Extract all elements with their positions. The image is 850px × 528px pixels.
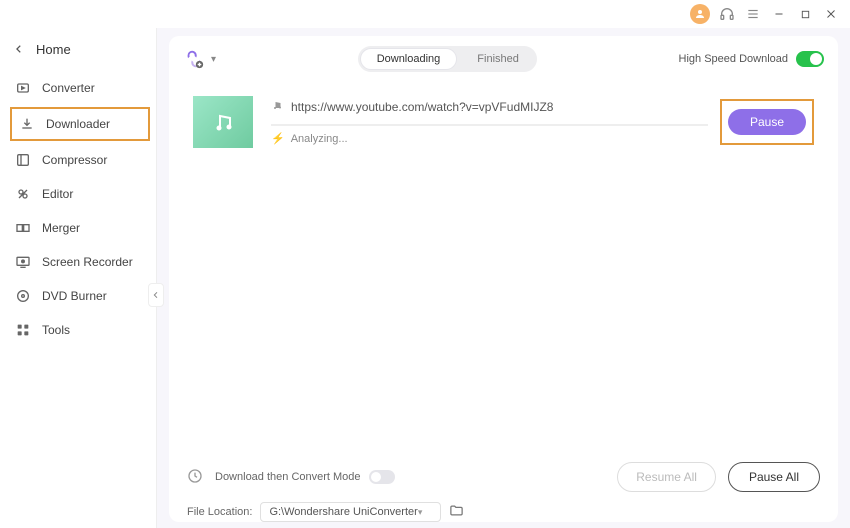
tab-finished[interactable]: Finished <box>459 46 537 72</box>
item-status: Analyzing... <box>291 133 348 145</box>
sidebar-collapse-button[interactable] <box>148 283 164 307</box>
sidebar-item-label: DVD Burner <box>42 289 107 303</box>
close-button[interactable] <box>822 5 840 23</box>
file-location-label: File Location: <box>187 506 252 518</box>
music-note-icon <box>271 99 283 114</box>
clock-icon[interactable] <box>187 468 203 487</box>
high-speed-toggle[interactable] <box>796 51 824 67</box>
maximize-button[interactable] <box>796 5 814 23</box>
item-url: https://www.youtube.com/watch?v=vpVFudMI… <box>291 100 553 114</box>
sidebar-item-compressor[interactable]: Compressor <box>0 143 156 177</box>
pause-button[interactable]: Pause <box>728 109 806 135</box>
sidebar-item-label: Converter <box>42 81 95 95</box>
convert-mode-toggle[interactable] <box>369 470 395 484</box>
pause-all-button[interactable]: Pause All <box>728 462 820 492</box>
add-url-button[interactable] <box>183 48 205 70</box>
sidebar-item-converter[interactable]: Converter <box>0 71 156 105</box>
sidebar-item-label: Downloader <box>46 117 110 131</box>
minimize-button[interactable] <box>770 5 788 23</box>
high-speed-label: High Speed Download <box>679 53 788 65</box>
user-avatar[interactable] <box>690 4 710 24</box>
back-icon[interactable] <box>14 43 24 57</box>
main-panel: ▾ Downloading Finished High Speed Downlo… <box>157 28 850 528</box>
sidebar-item-screen-recorder[interactable]: Screen Recorder <box>0 245 156 279</box>
tools-icon <box>14 321 32 339</box>
sidebar-item-label: Editor <box>42 187 73 201</box>
tab-downloading[interactable]: Downloading <box>360 48 458 70</box>
merger-icon <box>14 219 32 237</box>
sidebar-item-dvd-burner[interactable]: DVD Burner <box>0 279 156 313</box>
sidebar-item-label: Screen Recorder <box>42 255 133 269</box>
compressor-icon <box>14 151 32 169</box>
open-folder-button[interactable] <box>449 503 464 521</box>
titlebar <box>0 0 850 28</box>
resume-all-button[interactable]: Resume All <box>617 462 716 492</box>
converter-icon <box>14 79 32 97</box>
home-row[interactable]: Home <box>0 36 156 71</box>
headphones-icon[interactable] <box>718 5 736 23</box>
sidebar-item-downloader[interactable]: Downloader <box>10 107 150 141</box>
dvd-burner-icon <box>14 287 32 305</box>
sidebar-item-tools[interactable]: Tools <box>0 313 156 347</box>
menu-icon[interactable] <box>744 5 762 23</box>
editor-icon <box>14 185 32 203</box>
bolt-icon: ⚡ <box>271 132 285 145</box>
download-item: https://www.youtube.com/watch?v=vpVFudMI… <box>183 84 824 160</box>
screen-recorder-icon <box>14 253 32 271</box>
item-thumbnail <box>193 96 253 148</box>
pause-button-highlight: Pause <box>720 99 814 145</box>
status-tabs: Downloading Finished <box>358 46 537 72</box>
sidebar-item-label: Merger <box>42 221 80 235</box>
file-location-select[interactable]: G:\Wondershare UniConverter ▾ <box>260 502 441 522</box>
progress-bar <box>271 124 708 126</box>
sidebar-item-label: Tools <box>42 323 70 337</box>
sidebar-item-merger[interactable]: Merger <box>0 211 156 245</box>
convert-mode-label: Download then Convert Mode <box>215 471 361 483</box>
sidebar-item-label: Compressor <box>42 153 107 167</box>
downloader-icon <box>18 115 36 133</box>
sidebar-item-editor[interactable]: Editor <box>0 177 156 211</box>
sidebar: Home Converter Downloader Compressor Edi… <box>0 28 157 528</box>
chevron-down-icon: ▾ <box>418 507 423 518</box>
home-label: Home <box>36 42 71 57</box>
add-dropdown-caret[interactable]: ▾ <box>211 54 216 65</box>
